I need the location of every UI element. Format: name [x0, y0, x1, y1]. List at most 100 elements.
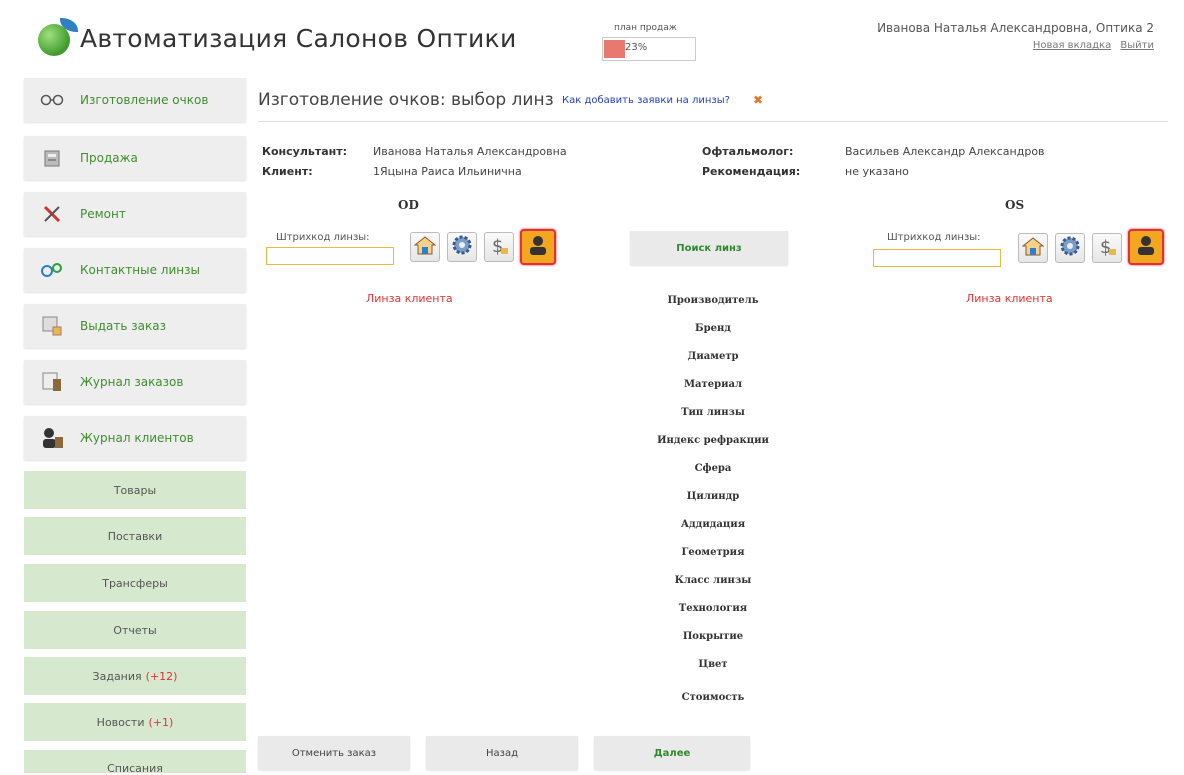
client-label: Клиент:: [262, 165, 313, 178]
lens-param-label: Покрытие: [682, 631, 744, 642]
od-home-button[interactable]: [410, 232, 440, 262]
os-home-button[interactable]: [1018, 233, 1048, 263]
lens-param-label: Бренд: [695, 323, 731, 334]
sidebar-sub-label: Задания: [92, 669, 142, 683]
next-button[interactable]: Далее: [594, 736, 750, 770]
user-links: Новая вкладка Выйти: [1027, 40, 1154, 51]
hand-over-icon: [38, 315, 66, 337]
sidebar-sub-label: Товары: [113, 483, 157, 497]
od-heading: OD: [398, 198, 419, 212]
od-client-button[interactable]: [520, 229, 556, 265]
sales-plan-label: план продаж: [614, 23, 677, 33]
sidebar-sub-label: Поставки: [107, 529, 163, 543]
sidebar-sub-label: Новости: [96, 715, 145, 729]
gear-icon: [1059, 235, 1081, 261]
os-client-button[interactable]: [1128, 229, 1164, 265]
contact-lens-icon: [38, 259, 66, 281]
sales-plan-value: 23%: [625, 42, 648, 53]
dollar-icon: $: [1096, 235, 1118, 261]
help-link[interactable]: Как добавить заявки на линзы?: [562, 95, 730, 106]
user-name: Иванова Наталья Александровна, Оптика 2: [877, 21, 1154, 35]
sales-plan-progress: 23%: [602, 37, 696, 61]
od-price-button[interactable]: $: [484, 232, 514, 262]
sidebar-item-label: Продажа: [80, 151, 138, 165]
sidebar-item-deliveries[interactable]: Поставки: [24, 517, 246, 555]
sidebar-item-goods[interactable]: Товары: [24, 471, 246, 509]
lens-param-label: Диаметр: [687, 351, 739, 362]
od-client-lens-label: Линза клиента: [366, 292, 453, 305]
ophthalmologist-label: Офтальмолог:: [702, 145, 794, 158]
os-price-button[interactable]: $: [1092, 233, 1122, 263]
sidebar-item-label: Изготовление очков: [80, 93, 209, 107]
cash-register-icon: [38, 147, 66, 169]
lens-param-label: Геометрия: [681, 547, 745, 558]
sidebar-item-label: Журнал заказов: [80, 375, 184, 389]
client-icon: [527, 234, 549, 260]
tasks-count-badge: (+12): [145, 669, 178, 683]
sales-plan-progress-fill: [604, 40, 625, 58]
header-divider: [258, 121, 1168, 122]
help-close-icon[interactable]: ✖: [753, 93, 763, 107]
sidebar-item-transfers[interactable]: Трансферы: [24, 564, 246, 602]
os-heading: OS: [1005, 198, 1025, 212]
recommendation-value: не указано: [845, 165, 909, 178]
sidebar-item-glasses-making[interactable]: Изготовление очков: [24, 78, 246, 122]
recommendation-label: Рекомендация:: [702, 165, 801, 178]
tools-icon: [38, 203, 66, 225]
client-icon: [1135, 234, 1157, 260]
lens-param-label: Технология: [678, 603, 748, 614]
sidebar-item-orders-log[interactable]: Журнал заказов: [24, 360, 246, 404]
sidebar-item-reports[interactable]: Отчеты: [24, 611, 246, 649]
dollar-icon: $: [488, 234, 510, 260]
sidebar-item-issue-order[interactable]: Выдать заказ: [24, 304, 246, 348]
lens-param-label: Аддидация: [680, 519, 746, 530]
sidebar-item-label: Контактные линзы: [80, 263, 200, 277]
search-lens-button[interactable]: Поиск линз: [630, 231, 788, 265]
lens-param-label: Цилиндр: [686, 491, 740, 502]
lens-param-label: Производитель: [667, 295, 759, 306]
home-icon: [1021, 236, 1045, 260]
os-barcode-label: Штрихкод линзы:: [887, 232, 981, 243]
clients-log-icon: [38, 427, 66, 449]
consultant-value: Иванова Наталья Александровна: [373, 145, 567, 158]
sidebar-item-sale[interactable]: Продажа: [24, 136, 246, 180]
lens-param-label: Тип линзы: [681, 407, 745, 418]
consultant-label: Консультант:: [262, 145, 348, 158]
od-barcode-input[interactable]: [266, 247, 394, 265]
lens-param-label: Материал: [683, 379, 743, 390]
lens-param-label: Класс линзы: [674, 575, 752, 586]
lens-param-label: Стоимость: [681, 692, 745, 703]
os-settings-button[interactable]: [1055, 233, 1085, 263]
page-title: Изготовление очков: выбор линз: [258, 90, 554, 110]
lens-param-label: Индекс рефракции: [657, 435, 769, 446]
home-icon: [413, 235, 437, 259]
client-value: 1Яцына Раиса Ильинична: [373, 165, 522, 178]
sidebar-sub-label: Списания: [107, 762, 163, 775]
news-count-badge: (+1): [148, 715, 174, 729]
sidebar-item-label: Ремонт: [80, 207, 126, 221]
sidebar-sub-label: Трансферы: [102, 576, 168, 590]
logout-link[interactable]: Выйти: [1120, 40, 1154, 51]
sidebar-item-news[interactable]: Новости (+1): [24, 703, 246, 741]
glasses-icon: [38, 89, 66, 111]
new-tab-link[interactable]: Новая вкладка: [1033, 40, 1111, 51]
sidebar-item-clients-log[interactable]: Журнал клиентов: [24, 416, 246, 460]
back-button[interactable]: Назад: [426, 736, 578, 770]
os-barcode-input[interactable]: [873, 249, 1001, 267]
sidebar-item-tasks[interactable]: Задания (+12): [24, 657, 246, 695]
od-barcode-label: Штрихкод линзы:: [276, 232, 370, 243]
od-settings-button[interactable]: [447, 232, 477, 262]
sidebar-item-label: Выдать заказ: [80, 319, 166, 333]
sidebar-sub-label: Отчеты: [113, 623, 157, 637]
sidebar-item-writeoffs[interactable]: Списания: [24, 750, 246, 775]
cancel-order-button[interactable]: Отменить заказ: [258, 736, 410, 770]
sidebar-item-label: Журнал клиентов: [80, 431, 194, 445]
os-client-lens-label: Линза клиента: [966, 292, 1053, 305]
lens-param-label: Сфера: [694, 463, 732, 474]
gear-icon: [451, 234, 473, 260]
lens-param-label: Цвет: [698, 659, 728, 670]
sidebar-item-repair[interactable]: Ремонт: [24, 192, 246, 236]
ophthalmologist-value: Васильев Александр Александров: [845, 145, 1045, 158]
sidebar-item-contact-lenses[interactable]: Контактные линзы: [24, 248, 246, 292]
orders-log-icon: [38, 371, 66, 393]
